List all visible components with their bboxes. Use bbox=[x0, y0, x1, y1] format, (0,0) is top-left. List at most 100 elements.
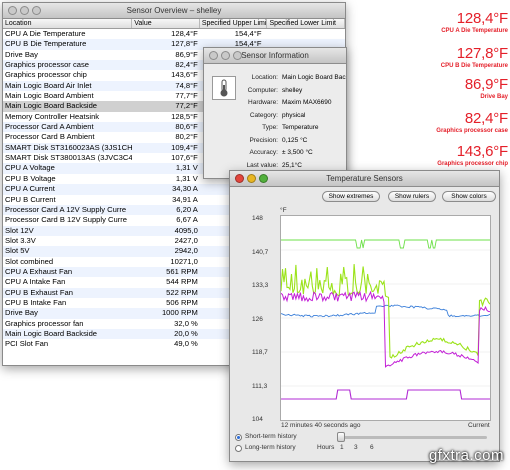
info-field-key: Last value: bbox=[246, 161, 278, 169]
readout-value: 143,6°F bbox=[456, 143, 509, 160]
close-button[interactable] bbox=[8, 6, 17, 15]
overview-titlebar[interactable]: Sensor Overview – shelley bbox=[3, 3, 345, 19]
y-tick-label: 148 bbox=[252, 215, 263, 222]
cell-value: 561 RPM bbox=[166, 266, 198, 276]
info-field-key: Location: bbox=[251, 74, 278, 81]
cell-location: Main Logic Board Backside bbox=[5, 101, 98, 111]
graph-toolbar: Show extremes Show rulers Show colors bbox=[230, 191, 499, 205]
series-blue bbox=[281, 304, 490, 318]
column-header-lower-limit[interactable]: Specified Lower Limit bbox=[267, 19, 345, 28]
info-field: Last value: 25,1°C bbox=[204, 161, 346, 170]
cell-location: Slot 12V bbox=[5, 225, 34, 235]
graph-canvas bbox=[281, 239, 490, 400]
cell-location: SMART Disk ST3160023AS (3JS1CH bbox=[5, 142, 133, 152]
info-field-key: Category: bbox=[249, 111, 278, 119]
minimize-button[interactable] bbox=[247, 174, 256, 183]
show-extremes-button[interactable]: Show extremes bbox=[322, 191, 380, 202]
cell-location: SMART Disk ST380013AS (3JVC3C4 bbox=[5, 153, 133, 163]
column-header-location[interactable]: Location bbox=[3, 19, 133, 28]
history-slider-track[interactable] bbox=[337, 436, 487, 439]
window-title: Sensor Information bbox=[241, 51, 309, 60]
cell-location: CPU B Intake Fan bbox=[5, 297, 67, 307]
y-tick-label: 140,7 bbox=[252, 248, 269, 256]
cell-lower-limit bbox=[267, 29, 345, 39]
readout-value: 128,4°F bbox=[456, 10, 509, 27]
cell-value: 2942,0 bbox=[174, 246, 198, 256]
cell-value: 82,4°F bbox=[175, 60, 198, 70]
cell-value: 49,0 % bbox=[174, 339, 198, 349]
info-field-value: shelley bbox=[282, 86, 303, 94]
short-term-label: Short-term history bbox=[245, 433, 297, 440]
cell-location: Processor Card A Ambient bbox=[5, 122, 94, 132]
cell-location: CPU A Voltage bbox=[5, 163, 55, 173]
cell-location: CPU A Current bbox=[5, 184, 55, 194]
minimize-button[interactable] bbox=[221, 51, 230, 60]
cell-upper-limit: 154,4°F bbox=[234, 29, 262, 38]
column-header-upper-limit[interactable]: Specified Upper Limit bbox=[200, 19, 268, 28]
short-term-radio[interactable] bbox=[235, 434, 242, 441]
window-controls bbox=[235, 174, 268, 183]
minimize-button[interactable] bbox=[20, 6, 29, 15]
cell-value: 2427,0 bbox=[174, 235, 198, 245]
cell-value: 34,91 A bbox=[172, 194, 198, 204]
info-field-value: Temperature bbox=[282, 124, 319, 131]
show-rulers-button[interactable]: Show rulers bbox=[388, 191, 436, 202]
cell-location: Graphics processor fan bbox=[5, 318, 84, 328]
cell-value: 4095,0 bbox=[174, 225, 198, 235]
series-magenta bbox=[281, 290, 490, 368]
close-button[interactable] bbox=[235, 174, 244, 183]
cell-location: Slot 5V bbox=[5, 246, 30, 256]
info-field-value: Main Logic Board Backside bbox=[282, 74, 346, 81]
temperature-sensors-window: Temperature Sensors Show extremes Show r… bbox=[229, 170, 500, 462]
cell-location: Main Logic Board Backside bbox=[5, 328, 98, 338]
temps-titlebar[interactable]: Temperature Sensors bbox=[230, 171, 499, 187]
cell-value: 544 RPM bbox=[166, 277, 198, 287]
cell-location: CPU A Exhaust Fan bbox=[5, 266, 73, 276]
cell-value: 127,8°F bbox=[171, 39, 198, 49]
show-colors-button[interactable]: Show colors bbox=[442, 191, 496, 202]
info-field-key: Accuracy: bbox=[249, 149, 278, 156]
series-lime bbox=[281, 264, 490, 359]
zoom-button[interactable] bbox=[259, 174, 268, 183]
series-green-top bbox=[281, 239, 490, 249]
table-row[interactable]: CPU A Die Temperature 128,4°F 154,4°F bbox=[3, 29, 345, 39]
zoom-button[interactable] bbox=[32, 6, 41, 15]
cell-value: 506 RPM bbox=[166, 297, 198, 307]
cell-location: Graphics processor chip bbox=[5, 70, 87, 80]
window-title: Temperature Sensors bbox=[326, 174, 403, 183]
cell-value: 128,5°F bbox=[171, 111, 198, 121]
window-controls bbox=[209, 51, 242, 60]
history-start-label: 12 minutes 40 seconds ago bbox=[281, 422, 361, 429]
cell-location: Memory Controller Heatsink bbox=[5, 111, 100, 121]
cell-value: 80,2°F bbox=[175, 132, 198, 142]
cell-location: Processor Card B Ambient bbox=[5, 132, 95, 142]
long-term-radio[interactable] bbox=[235, 445, 242, 452]
readout-label: Graphics processor case bbox=[436, 128, 508, 134]
cell-value: 32,0 % bbox=[174, 318, 198, 328]
cell-location: Processor Card A 12V Supply Curre bbox=[5, 204, 127, 214]
sensor-table-header: Location Value Specified Upper Limit Spe… bbox=[3, 19, 345, 29]
cell-value: 109,4°F bbox=[171, 142, 198, 152]
cell-value: 143,6°F bbox=[171, 70, 198, 80]
info-titlebar[interactable]: Sensor Information bbox=[204, 48, 346, 64]
cell-value: 20,0 % bbox=[174, 328, 198, 338]
y-tick-label: 104 bbox=[252, 416, 263, 423]
y-tick-label: 126 bbox=[252, 315, 263, 323]
watermark: gfxtra.com bbox=[428, 447, 504, 464]
column-header-value[interactable]: Value bbox=[132, 19, 200, 28]
history-slider-knob[interactable] bbox=[337, 432, 345, 442]
info-field-value: Maxim MAX6690 bbox=[282, 99, 332, 106]
close-button[interactable] bbox=[209, 51, 218, 60]
history-current-label: Current bbox=[468, 422, 490, 429]
cell-value: 10271,0 bbox=[170, 256, 198, 266]
cell-value: 77,2°F bbox=[175, 101, 198, 111]
unit-label: °F bbox=[280, 207, 287, 214]
cell-location: Slot 3.3V bbox=[5, 235, 36, 245]
info-field-key: Precision: bbox=[249, 136, 278, 144]
cell-location: CPU B Voltage bbox=[5, 173, 56, 183]
readout-drive-bay: 86,9°F Drive Bay bbox=[418, 76, 508, 101]
cell-location: PCI Slot Fan bbox=[5, 339, 49, 349]
zoom-button[interactable] bbox=[233, 51, 242, 60]
info-field-key: Hardware: bbox=[248, 99, 278, 106]
info-field-key: Computer: bbox=[247, 86, 278, 94]
